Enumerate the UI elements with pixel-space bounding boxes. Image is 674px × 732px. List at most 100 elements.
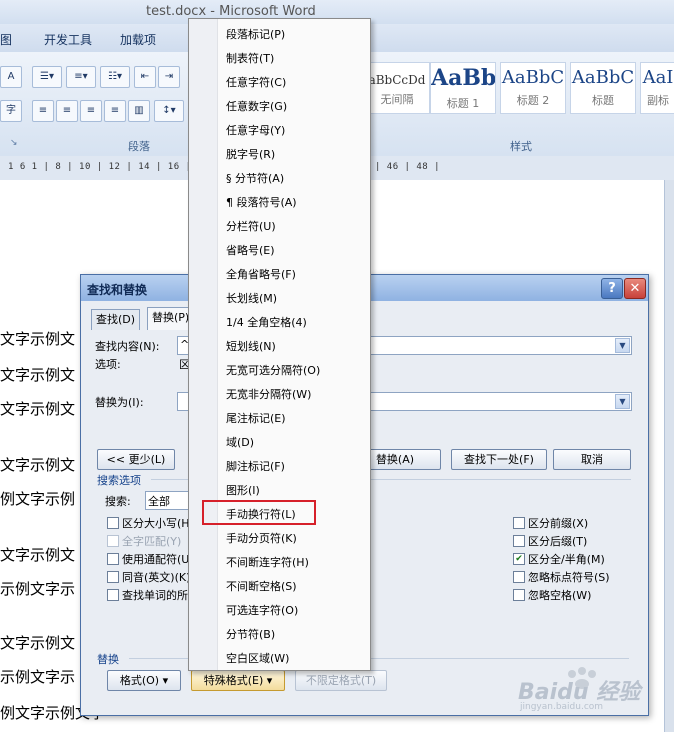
doc-line: 文字示例文	[0, 546, 76, 564]
format-button[interactable]: 格式(O) ▾	[107, 670, 181, 691]
menu-item-en-dash[interactable]: 短划线(N)	[226, 338, 276, 354]
menu-item-em-dash[interactable]: 长划线(M)	[226, 290, 277, 306]
cancel-button[interactable]: 取消	[553, 449, 631, 470]
menu-item-quarter-space[interactable]: 1/4 全角空格(4)	[226, 314, 307, 330]
menu-item-tab[interactable]: 制表符(T)	[226, 50, 274, 66]
line-spacing-icon[interactable]: ↕▾	[154, 100, 184, 122]
style-heading-2[interactable]: AaBbC 标题 2	[500, 62, 566, 114]
menu-item-any-letter[interactable]: 任意字母(Y)	[226, 122, 285, 138]
less-button[interactable]: << 更少(L)	[97, 449, 175, 470]
match-case-label: 区分大小写(H)	[122, 517, 194, 530]
search-direction-value: 全部	[148, 495, 170, 508]
ignore-space-checkbox[interactable]	[513, 589, 525, 601]
sounds-like-checkbox[interactable]	[107, 571, 119, 583]
special-format-menu: 段落标记(P) 制表符(T) 任意字符(C) 任意数字(G) 任意字母(Y) 脱…	[188, 18, 371, 671]
doc-line: 文字示例文	[0, 366, 76, 384]
help-button[interactable]: ?	[601, 278, 623, 299]
ignore-punct-checkbox[interactable]	[513, 571, 525, 583]
distributed-icon[interactable]: ▥	[128, 100, 150, 122]
menu-item-paragraph-mark[interactable]: 段落标记(P)	[226, 26, 285, 42]
bullet-list-icon[interactable]: ☰▾	[32, 66, 62, 88]
menu-item-graphic[interactable]: 图形(I)	[226, 482, 260, 498]
doc-line: 示例文字示	[0, 668, 76, 686]
justify-icon[interactable]: ≡	[104, 100, 126, 122]
menu-item-any-char[interactable]: 任意字符(C)	[226, 74, 286, 90]
ribbon-tab-developer[interactable]: 开发工具	[44, 31, 92, 48]
window-title: test.docx - Microsoft Word	[146, 4, 316, 19]
match-suffix-checkbox[interactable]	[513, 535, 525, 547]
replace-section-header: 替换	[97, 653, 119, 666]
wildcards-label: 使用通配符(U)	[122, 553, 194, 566]
menu-item-manual-page-break[interactable]: 手动分页符(K)	[226, 530, 297, 546]
chevron-down-icon[interactable]: ▼	[615, 338, 630, 353]
menu-item-fullwidth-ellipsis[interactable]: 全角省略号(F)	[226, 266, 296, 282]
menu-item-optional-hyphen[interactable]: 可选连字符(O)	[226, 602, 298, 618]
doc-line: 文字示例文	[0, 634, 76, 652]
menu-item-nonbreaking-space[interactable]: 不间断空格(S)	[226, 578, 297, 594]
whole-word-checkbox	[107, 535, 119, 547]
menu-item-column-break[interactable]: 分栏符(U)	[226, 218, 276, 234]
menu-gutter	[189, 19, 218, 670]
doc-line: 示例文字示	[0, 580, 76, 598]
special-format-button[interactable]: 特殊格式(E) ▾	[191, 670, 285, 691]
menu-item-pilcrow[interactable]: ¶ 段落符号(A)	[226, 194, 297, 210]
match-width-checkbox[interactable]: ✔	[513, 553, 525, 565]
vertical-scrollbar[interactable]	[664, 180, 674, 732]
doc-line: 文字示例文	[0, 456, 76, 474]
menu-item-white-space[interactable]: 空白区域(W)	[226, 650, 289, 666]
menu-item-field[interactable]: 域(D)	[226, 434, 254, 450]
match-prefix-checkbox[interactable]	[513, 517, 525, 529]
menu-item-section-char[interactable]: § 分节符(A)	[226, 170, 284, 186]
menu-item-any-digit[interactable]: 任意数字(G)	[226, 98, 287, 114]
align-left-icon[interactable]: ≡	[32, 100, 54, 122]
ignore-space-label: 忽略空格(W)	[528, 589, 592, 602]
chevron-down-icon[interactable]: ▼	[615, 394, 630, 409]
ignore-punct-label: 忽略标点符号(S)	[528, 571, 610, 584]
watermark-url: jingyan.baidu.com	[520, 702, 604, 712]
doc-line: 例文字示例	[0, 490, 76, 508]
find-what-label: 查找内容(N):	[95, 340, 160, 353]
styles-group-label: 样式	[510, 140, 532, 153]
replace-with-label: 替换为(I):	[95, 396, 144, 409]
ribbon-tab-view[interactable]: 图	[0, 31, 12, 48]
phonetic-icon[interactable]: 字	[0, 100, 22, 122]
ribbon-tab-addins[interactable]: 加载项	[120, 31, 156, 48]
menu-item-zw-non-break[interactable]: 无宽非分隔符(W)	[226, 386, 311, 402]
word-forms-checkbox[interactable]	[107, 589, 119, 601]
match-prefix-label: 区分前缀(X)	[528, 517, 589, 530]
align-center-icon[interactable]: ≡	[56, 100, 78, 122]
dialog-title: 查找和替换	[87, 283, 148, 297]
menu-item-footnote-mark[interactable]: 脚注标记(F)	[226, 458, 285, 474]
align-right-icon[interactable]: ≡	[80, 100, 102, 122]
style-heading-1[interactable]: AaBb 标题 1	[430, 62, 496, 114]
wildcards-checkbox[interactable]	[107, 553, 119, 565]
close-button[interactable]: ✕	[624, 278, 646, 299]
whole-word-label: 全字匹配(Y)	[122, 535, 182, 548]
multilevel-list-icon[interactable]: ☷▾	[100, 66, 130, 88]
options-label: 选项:	[95, 358, 121, 371]
match-case-checkbox[interactable]	[107, 517, 119, 529]
dialog-launcher-icon[interactable]: ↘	[10, 138, 18, 148]
numbered-list-icon[interactable]: ≡▾	[66, 66, 96, 88]
find-next-button[interactable]: 查找下一处(F)	[451, 449, 547, 470]
font-color-icon[interactable]: A	[0, 66, 22, 88]
menu-item-zw-optional-break[interactable]: 无宽可选分隔符(O)	[226, 362, 320, 378]
word-forms-label: 查找单词的所	[122, 589, 188, 602]
baidu-watermark: Baidu 经验 jingyan.baidu.com	[510, 660, 660, 716]
decrease-indent-icon[interactable]: ⇤	[134, 66, 156, 88]
style-subtitle[interactable]: AaI 副标	[640, 62, 674, 114]
menu-item-endnote-mark[interactable]: 尾注标记(E)	[226, 410, 286, 426]
paragraph-group-label: 段落	[128, 140, 150, 153]
increase-indent-icon[interactable]: ⇥	[158, 66, 180, 88]
match-suffix-label: 区分后缀(T)	[528, 535, 588, 548]
style-no-spacing[interactable]: aBbCcDd 无间隔	[364, 62, 430, 114]
menu-item-section-break[interactable]: 分节符(B)	[226, 626, 275, 642]
menu-item-nonbreaking-hyphen[interactable]: 不间断连字符(H)	[226, 554, 309, 570]
menu-item-ellipsis[interactable]: 省略号(E)	[226, 242, 275, 258]
menu-item-caret[interactable]: 脱字号(R)	[226, 146, 275, 162]
style-title[interactable]: AaBbC 标题	[570, 62, 636, 114]
no-formatting-button: 不限定格式(T)	[295, 670, 387, 691]
search-options-header: 搜索选项	[97, 474, 141, 487]
tab-find[interactable]: 查找(D)	[91, 309, 141, 330]
match-width-label: 区分全/半角(M)	[528, 553, 605, 566]
